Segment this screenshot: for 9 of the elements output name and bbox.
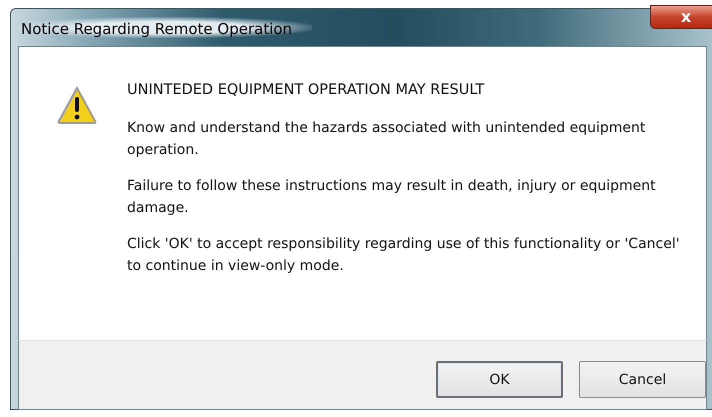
ok-button[interactable]: OK [436, 361, 563, 398]
close-button[interactable]: x [650, 5, 712, 29]
cancel-button[interactable]: Cancel [579, 361, 706, 398]
warning-icon [57, 86, 97, 124]
message-paragraph: Failure to follow these instructions may result in death, injury or equipment damage. [127, 177, 657, 218]
message-paragraph: Click 'OK' to accept responsibility regarding use of this functionality or 'Cancel' to continue in view-only mode. [127, 235, 681, 276]
message-paragraph: Know and understand the hazards associated with unintended equipment operation. [127, 119, 646, 160]
window-title: Notice Regarding Remote Operation [18, 17, 312, 38]
warning-heading: UNINTEDED EQUIPMENT OPERATION MAY RESULT [127, 81, 486, 100]
